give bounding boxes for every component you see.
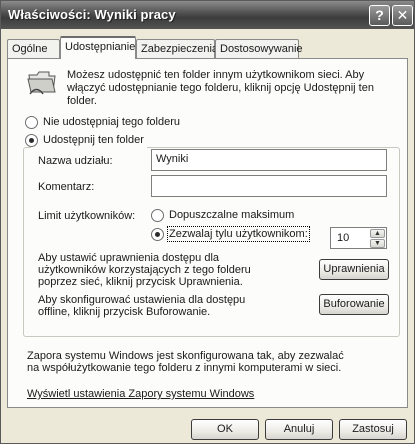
- shared-folder-icon: [27, 71, 56, 95]
- max-allowed-radio[interactable]: [151, 209, 164, 222]
- spin-down-icon[interactable]: ▼: [370, 239, 385, 248]
- permissions-button[interactable]: Uprawnienia: [319, 259, 389, 280]
- max-allowed-label: Dopuszczalne maksimum: [169, 209, 295, 221]
- share-name-input[interactable]: Wyniki: [151, 149, 387, 171]
- spin-up-icon[interactable]: ▲: [370, 229, 385, 238]
- firewall-info-text: Zapora systemu Windows jest skonfigurowa…: [27, 350, 344, 374]
- do-not-share-label: Nie udostępniaj tego folderu: [43, 116, 180, 128]
- user-count-value[interactable]: 10: [337, 232, 349, 244]
- properties-dialog: Właściwości: Wyniki pracy ? ✕ Ogólne Udo…: [0, 0, 415, 444]
- comment-input[interactable]: [151, 175, 387, 197]
- allow-users-option[interactable]: Zezwalaj tylu użytkownikom:: [151, 226, 321, 243]
- allow-users-radio[interactable]: [151, 228, 164, 241]
- caching-button[interactable]: Buforowanie: [319, 294, 389, 315]
- share-name-label: Nazwa udziału:: [38, 155, 113, 167]
- apply-button[interactable]: Zastosuj: [339, 419, 407, 440]
- share-folder-option[interactable]: Udostępnij ten folder: [25, 133, 175, 149]
- share-folder-radio[interactable]: [25, 134, 38, 147]
- permissions-text: Aby ustawić uprawnienia dostępu dla użyt…: [38, 252, 251, 288]
- user-limit-label: Limit użytkowników:: [38, 210, 136, 222]
- firewall-settings-link[interactable]: Wyświetl ustawienia Zapory systemu Windo…: [27, 388, 254, 400]
- share-folder-label: Udostępnij ten folder: [43, 134, 144, 146]
- user-count-spinner[interactable]: 10 ▲ ▼: [330, 227, 387, 249]
- allow-users-label: Zezwalaj tylu użytkownikom:: [167, 226, 310, 242]
- caching-text: Aby skonfigurować ustawienia dla dostępu…: [38, 294, 246, 318]
- do-not-share-option[interactable]: Nie udostępniaj tego folderu: [25, 115, 205, 131]
- do-not-share-radio[interactable]: [25, 116, 38, 129]
- ok-button[interactable]: OK: [191, 419, 259, 440]
- comment-label: Komentarz:: [38, 181, 95, 193]
- max-allowed-option[interactable]: Dopuszczalne maksimum: [151, 208, 321, 224]
- cancel-button[interactable]: Anuluj: [265, 419, 333, 440]
- sharing-intro-text: Możesz udostępnić ten folder innym użytk…: [67, 69, 374, 107]
